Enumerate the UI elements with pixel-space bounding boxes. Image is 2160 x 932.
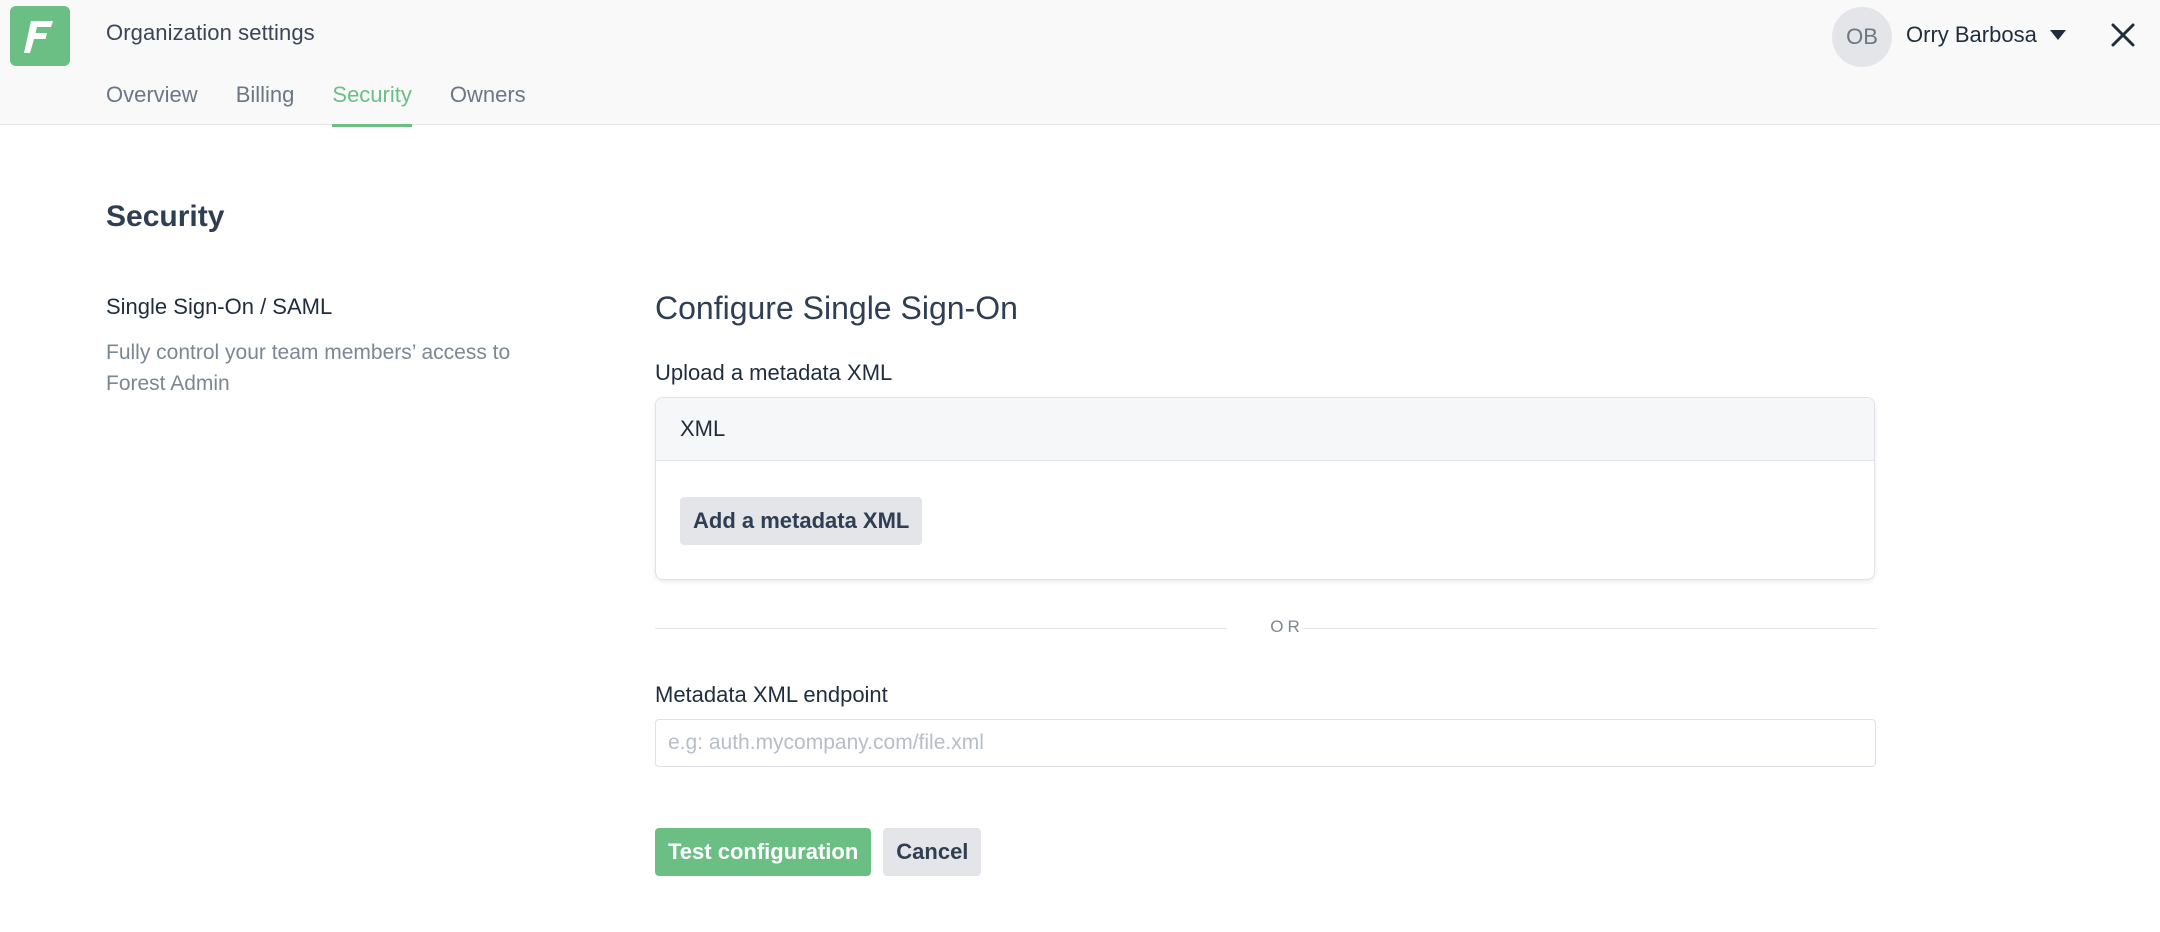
user-menu[interactable]: OB Orry Barbosa (1820, 0, 2160, 70)
test-configuration-button[interactable]: Test configuration (655, 828, 872, 876)
divider-line-right (1303, 628, 1877, 629)
tab-bar: Overview Billing Security Owners (106, 82, 564, 127)
cancel-button[interactable]: Cancel (883, 828, 982, 876)
add-metadata-xml-button[interactable]: Add a metadata XML (680, 497, 923, 545)
form-actions: Test configuration Cancel (655, 828, 993, 876)
metadata-endpoint-input[interactable] (655, 719, 1876, 767)
page-title: Security (106, 200, 225, 233)
section-title: Single Sign-On / SAML (106, 294, 333, 319)
or-divider: OR (655, 617, 1877, 639)
upload-card-header: XML (656, 398, 1874, 461)
upload-card: XML Add a metadata XML (655, 397, 1875, 580)
tab-security[interactable]: Security (332, 82, 413, 127)
config-title: Configure Single Sign-On (655, 290, 1018, 326)
tab-overview[interactable]: Overview (106, 82, 198, 125)
tab-billing[interactable]: Billing (236, 82, 295, 125)
avatar[interactable]: OB (1832, 7, 1892, 67)
caret-down-icon[interactable] (2050, 27, 2066, 45)
divider-line-left (655, 628, 1227, 629)
section-description: Fully control your team members’ access … (106, 341, 511, 395)
upload-label: Upload a metadata XML (655, 360, 893, 385)
or-text: OR (1270, 617, 1304, 636)
endpoint-label: Metadata XML endpoint (655, 682, 888, 707)
top-bar: Organization settings Overview Billing S… (0, 0, 2160, 127)
user-name[interactable]: Orry Barbosa (1906, 22, 2037, 48)
tab-owners[interactable]: Owners (450, 82, 526, 125)
app-title: Organization settings (106, 20, 315, 45)
forest-logo-icon[interactable] (10, 6, 70, 66)
close-icon[interactable] (2110, 22, 2136, 53)
